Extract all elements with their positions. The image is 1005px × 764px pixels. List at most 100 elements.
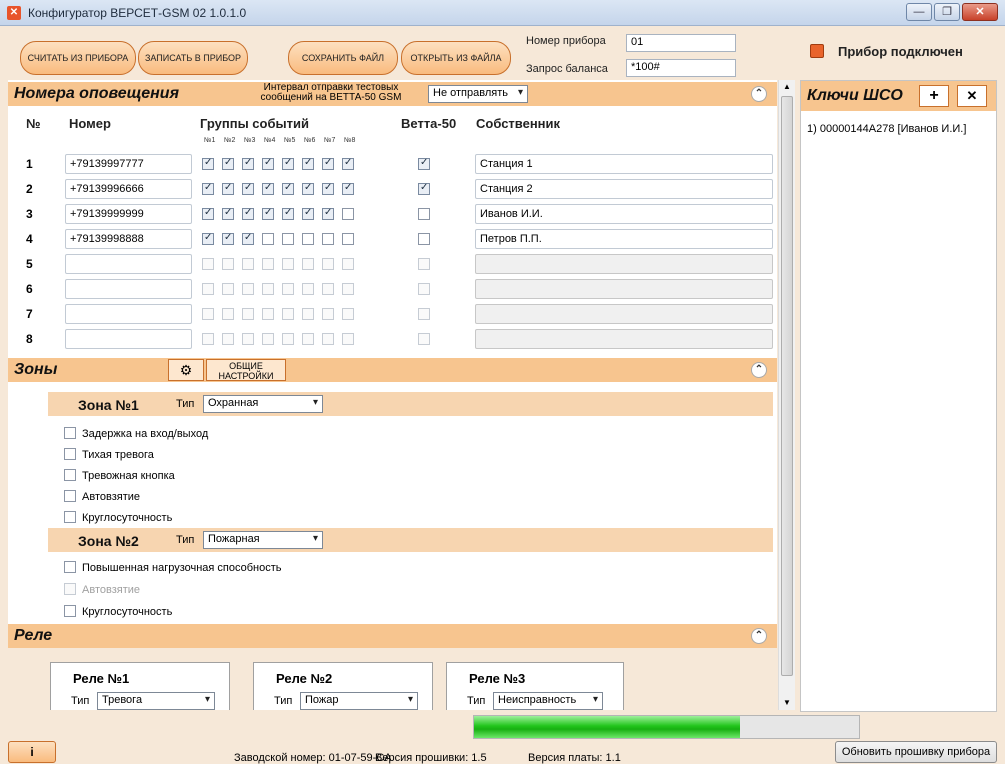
owner-input[interactable] (475, 329, 773, 349)
group-checkbox[interactable] (262, 308, 274, 320)
key-item[interactable]: 1) 00000144A278 [Иванов И.И.] (807, 123, 966, 135)
phone-input[interactable]: +79139997777 (65, 154, 192, 174)
scroll-up-icon[interactable]: ▲ (783, 82, 791, 91)
phone-input[interactable] (65, 254, 192, 274)
settings-gear-icon[interactable]: ⚙ (168, 359, 204, 381)
owner-input[interactable]: Станция 1 (475, 154, 773, 174)
owner-input[interactable]: Станция 2 (475, 179, 773, 199)
group-checkbox[interactable] (202, 207, 214, 220)
group-checkbox[interactable] (222, 157, 234, 170)
group-checkbox[interactable] (222, 308, 234, 320)
group-checkbox[interactable] (322, 333, 334, 345)
group-checkbox[interactable] (262, 333, 274, 345)
group-checkbox[interactable] (202, 308, 214, 320)
phone-input[interactable] (65, 304, 192, 324)
group-checkbox[interactable] (342, 333, 354, 345)
zone1-option[interactable]: Тихая тревога (64, 448, 154, 461)
update-firmware-button[interactable]: Обновить прошивку прибора (835, 741, 997, 763)
group-checkbox[interactable] (322, 157, 334, 170)
read-from-device-button[interactable]: СЧИТАТЬ ИЗ ПРИБОРА (20, 41, 136, 75)
group-checkbox[interactable] (262, 233, 274, 245)
device-number-field[interactable]: 01 (626, 34, 736, 52)
group-checkbox[interactable] (242, 232, 254, 245)
group-checkbox[interactable] (322, 182, 334, 195)
owner-input[interactable] (475, 279, 773, 299)
group-checkbox[interactable] (222, 207, 234, 220)
group-checkbox[interactable] (202, 157, 214, 170)
zone1-checkbox[interactable] (64, 448, 76, 460)
close-button[interactable]: ✕ (962, 3, 998, 21)
relay-type-select[interactable]: Неисправность (493, 692, 603, 710)
open-file-button[interactable]: ОТКРЫТЬ ИЗ ФАЙЛА (401, 41, 511, 75)
phone-input[interactable]: +79139999999 (65, 204, 192, 224)
group-checkbox[interactable] (202, 283, 214, 295)
scroll-thumb[interactable] (781, 96, 793, 676)
zone2-option[interactable]: Круглосуточность (64, 605, 172, 618)
phone-input[interactable]: +79139998888 (65, 229, 192, 249)
group-checkbox[interactable] (222, 258, 234, 270)
phone-input[interactable]: +79139996666 (65, 179, 192, 199)
group-checkbox[interactable] (302, 308, 314, 320)
group-checkbox[interactable] (262, 182, 274, 195)
group-checkbox[interactable] (322, 308, 334, 320)
notify-collapse-icon[interactable]: ⌃ (751, 86, 767, 102)
group-checkbox[interactable] (322, 233, 334, 245)
vetta-checkbox[interactable] (418, 333, 430, 345)
group-checkbox[interactable] (342, 308, 354, 320)
group-checkbox[interactable] (282, 207, 294, 220)
vetta-checkbox[interactable] (418, 233, 430, 245)
group-checkbox[interactable] (242, 157, 254, 170)
group-checkbox[interactable] (302, 283, 314, 295)
save-file-button[interactable]: СОХРАНИТЬ ФАЙЛ (288, 41, 398, 75)
group-checkbox[interactable] (282, 283, 294, 295)
group-checkbox[interactable] (282, 182, 294, 195)
group-checkbox[interactable] (342, 208, 354, 220)
group-checkbox[interactable] (342, 157, 354, 170)
owner-input[interactable] (475, 304, 773, 324)
group-checkbox[interactable] (342, 182, 354, 195)
test-interval-select[interactable]: Не отправлять (428, 85, 528, 103)
group-checkbox[interactable] (322, 258, 334, 270)
zone2-checkbox[interactable] (64, 605, 76, 617)
group-checkbox[interactable] (282, 157, 294, 170)
maximize-button[interactable]: ❐ (934, 3, 960, 21)
zone1-checkbox[interactable] (64, 511, 76, 523)
group-checkbox[interactable] (202, 258, 214, 270)
group-checkbox[interactable] (222, 333, 234, 345)
write-to-device-button[interactable]: ЗАПИСАТЬ В ПРИБОР (138, 41, 248, 75)
group-checkbox[interactable] (262, 258, 274, 270)
balance-query-field[interactable]: *100# (626, 59, 736, 77)
remove-key-button[interactable]: ✕ (957, 85, 987, 107)
group-checkbox[interactable] (302, 157, 314, 170)
group-checkbox[interactable] (342, 258, 354, 270)
owner-input[interactable]: Иванов И.И. (475, 204, 773, 224)
owner-input[interactable] (475, 254, 773, 274)
group-checkbox[interactable] (322, 283, 334, 295)
group-checkbox[interactable] (202, 182, 214, 195)
zone2-checkbox[interactable] (64, 561, 76, 573)
group-checkbox[interactable] (222, 283, 234, 295)
group-checkbox[interactable] (242, 283, 254, 295)
group-checkbox[interactable] (342, 233, 354, 245)
group-checkbox[interactable] (242, 333, 254, 345)
group-checkbox[interactable] (282, 233, 294, 245)
vetta-checkbox[interactable] (418, 258, 430, 270)
scroll-down-icon[interactable]: ▼ (783, 698, 791, 707)
zone1-option[interactable]: Задержка на вход/выход (64, 427, 208, 440)
zone2-type-select[interactable]: Пожарная (203, 531, 323, 549)
zone2-option[interactable]: Повышенная нагрузочная способность (64, 561, 282, 574)
phone-input[interactable] (65, 279, 192, 299)
group-checkbox[interactable] (342, 283, 354, 295)
group-checkbox[interactable] (242, 182, 254, 195)
zones-collapse-icon[interactable]: ⌃ (751, 362, 767, 378)
group-checkbox[interactable] (302, 182, 314, 195)
owner-input[interactable]: Петров П.П. (475, 229, 773, 249)
group-checkbox[interactable] (282, 258, 294, 270)
group-checkbox[interactable] (262, 157, 274, 170)
add-key-button[interactable]: + (919, 85, 949, 107)
group-checkbox[interactable] (302, 233, 314, 245)
group-checkbox[interactable] (222, 232, 234, 245)
group-checkbox[interactable] (282, 333, 294, 345)
general-settings-button[interactable]: ОБЩИЕ НАСТРОЙКИ (206, 359, 286, 381)
group-checkbox[interactable] (242, 258, 254, 270)
